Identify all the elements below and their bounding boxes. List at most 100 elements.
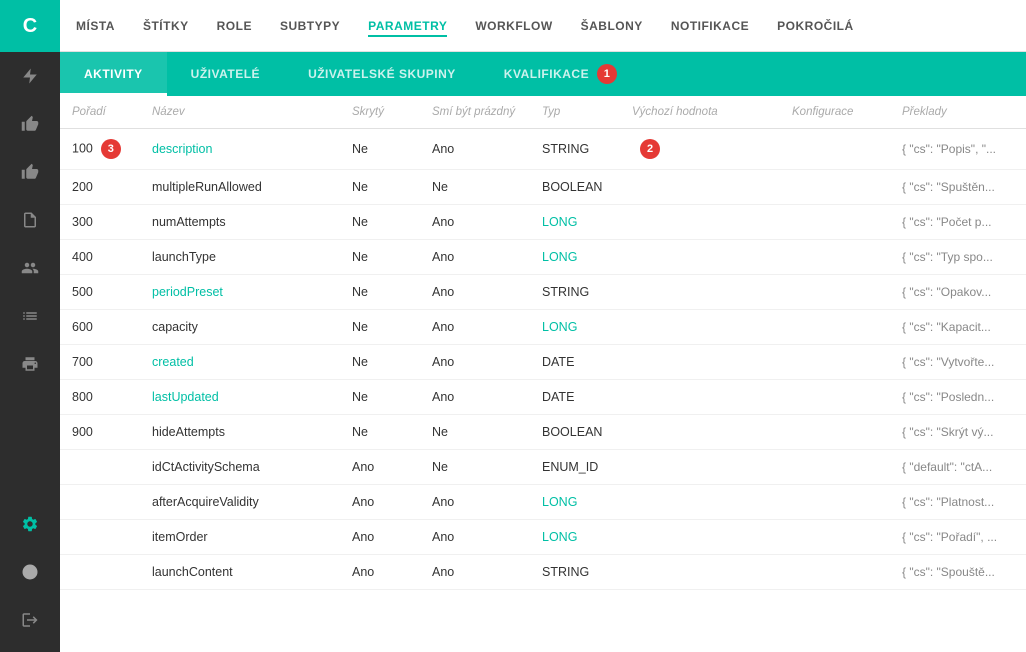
cell-config <box>780 450 890 485</box>
nav-item-sablony[interactable]: ŠABLONY <box>581 15 643 37</box>
sidebar-icon-printer[interactable] <box>0 340 60 388</box>
table-row: 400launchTypeNeAnoLONG{ "cs": "Typ spo..… <box>60 240 1026 275</box>
cell-default-value <box>620 555 780 590</box>
cell-name[interactable]: lastUpdated <box>140 380 340 415</box>
cell-can-be-empty: Ano <box>420 129 530 170</box>
cell-order <box>60 485 140 520</box>
cell-default-value <box>620 205 780 240</box>
row-order-badge: 3 <box>101 139 121 159</box>
cell-translations: { "cs": "Vytvořte... <box>890 345 1026 380</box>
cell-hidden: Ano <box>340 520 420 555</box>
sidebar-icon-gear[interactable] <box>0 500 60 548</box>
cell-order <box>60 520 140 555</box>
nav-item-notifikace[interactable]: NOTIFIKACE <box>671 15 749 37</box>
cell-order: 500 <box>60 275 140 310</box>
table-area: Pořadí Název Skrytý Smí být prázdný Typ … <box>60 96 1026 652</box>
cell-hidden: Ne <box>340 310 420 345</box>
nav-item-pokrocila[interactable]: POKROČILÁ <box>777 15 854 37</box>
cell-default-value <box>620 415 780 450</box>
sidebar-icon-list[interactable] <box>0 292 60 340</box>
cell-name[interactable]: description <box>140 129 340 170</box>
nav-item-stitky[interactable]: ŠTÍTKY <box>143 15 189 37</box>
cell-translations: { "cs": "Spuštěn... <box>890 170 1026 205</box>
cell-can-be-empty: Ano <box>420 555 530 590</box>
cell-name: numAttempts <box>140 205 340 240</box>
default-value-badge: 2 <box>640 139 660 159</box>
cell-name: hideAttempts <box>140 415 340 450</box>
main-content: MÍSTA ŠTÍTKY ROLE SUBTYPY PARAMETRY WORK… <box>60 0 1026 652</box>
cell-type: STRING <box>530 129 620 170</box>
nav-item-subtypy[interactable]: SUBTYPY <box>280 15 340 37</box>
cell-default-value: 2 <box>620 129 780 170</box>
cell-hidden: Ne <box>340 170 420 205</box>
cell-default-value <box>620 310 780 345</box>
cell-default-value <box>620 240 780 275</box>
cell-can-be-empty: Ano <box>420 205 530 240</box>
cell-type[interactable]: LONG <box>530 520 620 555</box>
cell-hidden: Ne <box>340 129 420 170</box>
cell-name: multipleRunAllowed <box>140 170 340 205</box>
cell-order: 300 <box>60 205 140 240</box>
sidebar-icon-users[interactable] <box>0 244 60 292</box>
table-row: 500periodPresetNeAnoSTRING{ "cs": "Opako… <box>60 275 1026 310</box>
col-header-name: Název <box>140 96 340 129</box>
cell-order: 200 <box>60 170 140 205</box>
cell-name[interactable]: created <box>140 345 340 380</box>
tab-uzivatele[interactable]: UŽIVATELÉ <box>167 52 284 96</box>
cell-translations: { "cs": "Opakov... <box>890 275 1026 310</box>
parameters-table: Pořadí Název Skrytý Smí být prázdný Typ … <box>60 96 1026 590</box>
cell-name: launchType <box>140 240 340 275</box>
cell-name[interactable]: periodPreset <box>140 275 340 310</box>
cell-order: 1003 <box>60 129 140 170</box>
tab-aktivity[interactable]: AKTIVITY <box>60 52 167 96</box>
cell-can-be-empty: Ano <box>420 345 530 380</box>
col-header-translations: Překlady <box>890 96 1026 129</box>
cell-config <box>780 555 890 590</box>
cell-type[interactable]: LONG <box>530 485 620 520</box>
nav-item-parametry[interactable]: PARAMETRY <box>368 15 447 37</box>
sidebar-bottom <box>0 500 60 652</box>
table-row: afterAcquireValidityAnoAnoLONG{ "cs": "P… <box>60 485 1026 520</box>
table-row: 700createdNeAnoDATE{ "cs": "Vytvořte... <box>60 345 1026 380</box>
cell-translations: { "cs": "Skrýt vý... <box>890 415 1026 450</box>
cell-hidden: Ne <box>340 240 420 275</box>
sidebar-icon-document[interactable] <box>0 196 60 244</box>
cell-type: DATE <box>530 345 620 380</box>
cell-can-be-empty: Ne <box>420 450 530 485</box>
nav-item-role[interactable]: ROLE <box>217 15 252 37</box>
table-row: 1003descriptionNeAnoSTRING2{ "cs": "Popi… <box>60 129 1026 170</box>
nav-item-workflow[interactable]: WORKFLOW <box>475 15 552 37</box>
cell-order <box>60 555 140 590</box>
cell-default-value <box>620 170 780 205</box>
cell-default-value <box>620 275 780 310</box>
cell-type: ENUM_ID <box>530 450 620 485</box>
cell-order: 400 <box>60 240 140 275</box>
tab-kvalifikace[interactable]: KVALIFIKACE 1 <box>480 52 641 96</box>
cell-default-value <box>620 345 780 380</box>
cell-type[interactable]: LONG <box>530 310 620 345</box>
cell-config <box>780 520 890 555</box>
cell-hidden: Ne <box>340 345 420 380</box>
cell-type[interactable]: LONG <box>530 240 620 275</box>
cell-type: BOOLEAN <box>530 415 620 450</box>
sidebar-logo[interactable]: C <box>0 0 60 52</box>
sidebar-icon-thumbsup1[interactable] <box>0 100 60 148</box>
cell-config <box>780 205 890 240</box>
sidebar-icon-lightning[interactable] <box>0 52 60 100</box>
cell-name: afterAcquireValidity <box>140 485 340 520</box>
sidebar-icon-logout[interactable] <box>0 596 60 644</box>
cell-order: 600 <box>60 310 140 345</box>
sidebar-icon-avatar[interactable] <box>0 548 60 596</box>
nav-item-mista[interactable]: MÍSTA <box>76 15 115 37</box>
sidebar-icon-thumbsup2[interactable] <box>0 148 60 196</box>
cell-translations: { "cs": "Spouště... <box>890 555 1026 590</box>
tab-uzivatelske-skupiny[interactable]: UŽIVATELSKÉ SKUPINY <box>284 52 480 96</box>
cell-translations: { "cs": "Kapacit... <box>890 310 1026 345</box>
cell-name: idCtActivitySchema <box>140 450 340 485</box>
cell-hidden: Ne <box>340 275 420 310</box>
cell-name: capacity <box>140 310 340 345</box>
cell-default-value <box>620 520 780 555</box>
cell-type[interactable]: LONG <box>530 205 620 240</box>
cell-type: STRING <box>530 275 620 310</box>
cell-can-be-empty: Ano <box>420 310 530 345</box>
